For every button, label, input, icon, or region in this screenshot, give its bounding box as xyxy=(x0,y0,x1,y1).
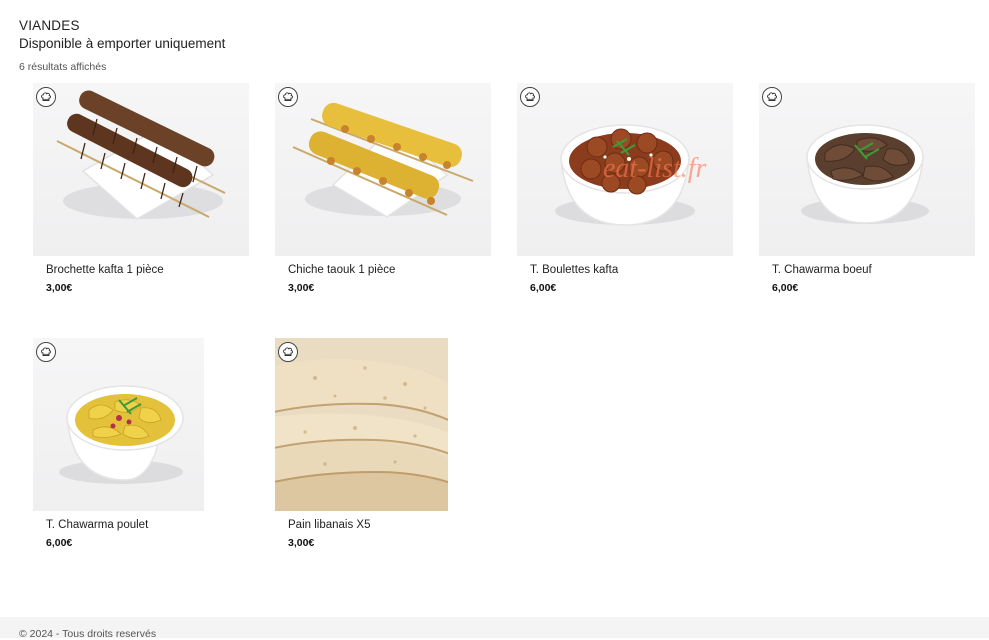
chef-hat-icon xyxy=(36,342,56,362)
product-card[interactable]: eat-list.fr T. Boulettes kafta 6,00€ xyxy=(517,83,733,294)
chef-hat-icon xyxy=(520,87,540,107)
product-price: 6,00€ xyxy=(46,537,73,549)
product-price: 6,00€ xyxy=(530,282,557,294)
beef-bowl-image xyxy=(801,124,929,224)
product-image[interactable] xyxy=(33,83,249,256)
chef-hat-icon xyxy=(762,87,782,107)
chicken-skewers-image xyxy=(292,102,474,218)
product-price: 6,00€ xyxy=(772,282,799,294)
product-name[interactable]: T. Chawarma boeuf xyxy=(772,263,975,277)
product-image[interactable] xyxy=(275,83,491,256)
product-image[interactable] xyxy=(33,338,204,511)
product-name[interactable]: Brochette kafta 1 pièce xyxy=(46,263,249,277)
copyright-text: © 2024 - Tous droits reservés xyxy=(19,628,157,640)
flatbread-image xyxy=(275,338,448,511)
chef-hat-icon xyxy=(36,87,56,107)
product-price: 3,00€ xyxy=(288,282,315,294)
chicken-bowl-image xyxy=(59,385,184,484)
chef-hat-icon xyxy=(278,87,298,107)
category-subtitle: Disponible à emporter uniquement xyxy=(19,36,226,51)
product-price: 3,00€ xyxy=(288,537,315,549)
product-card[interactable]: Pain libanais X5 3,00€ xyxy=(275,338,448,549)
product-card[interactable]: Chiche taouk 1 pièce 3,00€ xyxy=(275,83,491,294)
product-name[interactable]: Chiche taouk 1 pièce xyxy=(288,263,491,277)
product-price: 3,00€ xyxy=(46,282,73,294)
product-name[interactable]: Pain libanais X5 xyxy=(288,518,448,532)
product-name[interactable]: T. Chawarma poulet xyxy=(46,518,204,532)
category-header: VIANDES Disponible à emporter uniquement… xyxy=(19,18,719,73)
product-image[interactable]: eat-list.fr xyxy=(517,83,733,256)
product-card[interactable]: Brochette kafta 1 pièce 3,00€ xyxy=(33,83,249,294)
chef-hat-icon xyxy=(278,342,298,362)
watermark-text: eat-list.fr xyxy=(603,153,707,184)
kafta-skewers-image xyxy=(56,90,226,220)
product-image[interactable] xyxy=(759,83,975,256)
category-title: VIANDES xyxy=(19,18,80,33)
product-card[interactable]: T. Chawarma poulet 6,00€ xyxy=(33,338,204,549)
product-image[interactable] xyxy=(275,338,448,511)
results-count: 6 résultats affichés xyxy=(19,61,107,73)
footer: © 2024 - Tous droits reservés xyxy=(0,617,989,640)
product-card[interactable]: T. Chawarma boeuf 6,00€ xyxy=(759,83,975,294)
product-name[interactable]: T. Boulettes kafta xyxy=(530,263,733,277)
